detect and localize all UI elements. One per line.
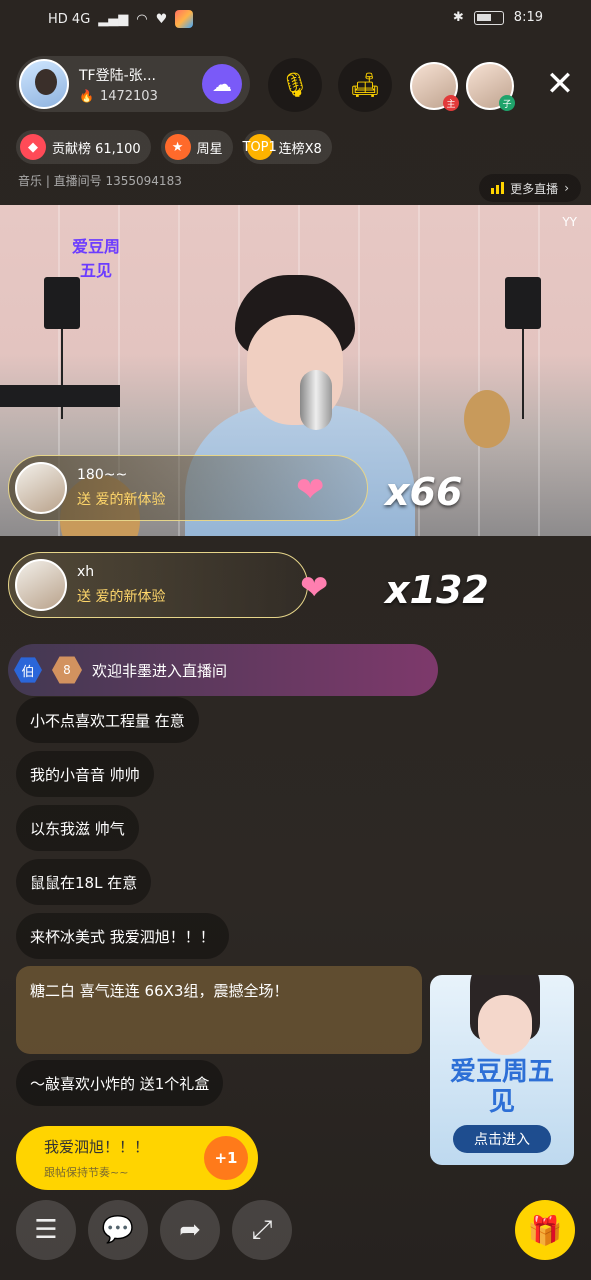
chevron-right-icon: › [564,181,569,195]
gift-sender-avatar [15,559,67,611]
wifi-icon: ◠ [136,11,148,27]
gift-text: xh 送 爱的新体验 [77,564,165,606]
star-icon: ★ [164,134,191,160]
chat-message[interactable]: ～敲喜欢小炸的 送1个礼盒 [16,1060,224,1106]
weekly-star-pill[interactable]: ★ 周星 [160,130,233,164]
host-name: TF登陆-张... [79,67,157,84]
more-live-button[interactable]: 更多直播 › [479,174,581,202]
chat-message[interactable]: 鼠鼠在18L 在意 [16,859,152,905]
follow-button[interactable]: ☁ [202,64,242,104]
chat-message[interactable]: 以东我滋 帅气 [16,805,139,851]
gem-icon: ◆ [20,134,46,160]
welcome-text: 欢迎非墨进入直播间 [92,661,228,680]
host-fans-count: 1472103 [99,88,158,104]
viewer-tag-2: 子 [499,95,515,111]
fullscreen-button[interactable]: ⤢ [232,1200,292,1260]
contribution-rank-pill[interactable]: ◆ 贡献榜 61,100 [16,130,151,164]
gift-banner-2[interactable]: xh 送 爱的新体验 [8,552,308,618]
gift-text: 180~~ 送 爱的新体验 [77,467,165,509]
viewer-avatar-1[interactable]: 主 [410,62,459,111]
chat-message[interactable]: 来杯冰美式 我爱泗旭！！！ [16,913,229,959]
promo-face [478,995,532,1055]
level-badge: 8 [52,656,82,684]
comment-button[interactable]: 💬 [88,1200,148,1260]
host-avatar[interactable] [19,59,69,109]
app-icon [175,10,194,28]
quick-reply-text: 我爱泗旭！！！ [44,1138,150,1156]
share-button[interactable]: ➦ [160,1200,220,1260]
status-right: ✱ 8:19 [453,10,543,25]
cloud-icon: ☁ [212,72,232,96]
bars-icon [491,182,505,194]
gift-count-2: x132 [385,568,489,612]
host-popularity: 🔥 1472103 [79,89,158,104]
chat-bubble-icon: 💬 [101,1215,135,1245]
gift-count-1: x66 [385,470,463,514]
sofa-button[interactable]: 🛋 [338,58,392,112]
show-logo: 爱豆周五见 [71,237,120,280]
promo-card[interactable]: 爱豆周五见 点击进入 [430,975,574,1165]
share-icon: ➦ [179,1215,201,1245]
close-button[interactable]: ✕ [540,64,580,104]
stand-right [522,329,524,419]
menu-icon: ☰ [34,1215,58,1245]
expand-icon: ⤢ [251,1214,273,1245]
sofa-icon: 🛋 [349,71,381,99]
room-id-line: 音乐 | 直播间号 1355094183 [18,174,182,188]
close-icon: ✕ [545,64,575,104]
promo-title: 爱豆周五见 [450,1057,555,1117]
chat-message-gift[interactable]: 糖二白 喜气连连 66X3组，震撼全场！ [16,966,422,1054]
tags-row: ◆ 贡献榜 61,100 ★ 周星 TOP1 连榜X8 [16,130,332,164]
viewer-avatar-2[interactable]: 子 [466,62,515,111]
host-info-pill[interactable]: TF登陆-张... 🔥 1472103 ☁ [16,56,250,112]
fire-icon: 🔥 [79,89,94,103]
noble-badge: 伯 [14,657,42,683]
mic-person-icon: 🎙 [279,71,311,99]
signal-icon: ▂▄▆ [98,11,129,27]
gift-sender-name: 180~~ [77,467,128,483]
menu-button[interactable]: ☰ [16,1200,76,1260]
host-info: TF登陆-张... 🔥 1472103 [79,65,158,104]
keyboard [0,385,120,407]
swan-heart-icon: ❤ [296,470,325,510]
heart-icon: ♥ [155,11,168,27]
status-left: HD 4G ▂▄▆ ◠ ♥ [48,10,194,28]
swan-heart-icon: ❤ [300,568,329,608]
speaker-left [44,277,80,329]
streak-label: 连榜X8 [278,141,322,157]
yy-watermark: YY [562,215,577,229]
microphone [300,370,332,430]
chat-message[interactable]: 我的小音音 帅帅 [16,751,154,797]
mic-link-button[interactable]: 🎙 [268,58,322,112]
bluetooth-icon: ✱ [452,10,464,25]
promo-enter-button[interactable]: 点击进入 [453,1125,551,1153]
gift-description: 送 爱的新体验 [77,492,166,508]
top-badge: TOP1 [243,134,277,160]
viewer-tag-1: 主 [443,95,459,111]
welcome-banner: 伯 8 欢迎非墨进入直播间 [8,644,438,696]
gift-icon: 🎁 [527,1213,563,1247]
quick-reply-button[interactable]: 我爱泗旭！！！ 跟帖保持节奏~~ +1 [16,1126,258,1190]
chat-message[interactable]: 小不点喜欢工程量 在意 [16,697,199,743]
network-label: HD 4G [48,11,91,27]
speaker-right [505,277,541,329]
quick-reply-subtitle: 跟帖保持节奏~~ [44,1166,129,1179]
gift-description: 送 爱的新体验 [77,589,166,605]
gift-sender-name: xh [77,564,95,580]
plus-one-button[interactable]: +1 [204,1136,248,1180]
gift-sender-avatar [15,462,67,514]
gift-button[interactable]: 🎁 [515,1200,575,1260]
rank-streak-pill[interactable]: TOP1 连榜X8 [243,130,332,164]
more-live-label: 更多直播 [510,181,559,196]
contribution-label: 贡献榜 61,100 [52,141,141,157]
weekly-star-label: 周星 [196,141,223,157]
battery-icon [473,10,504,25]
clock: 8:19 [513,10,543,25]
status-bar: HD 4G ▂▄▆ ◠ ♥ ✱ 8:19 [0,0,591,44]
guitar-right [464,390,510,448]
